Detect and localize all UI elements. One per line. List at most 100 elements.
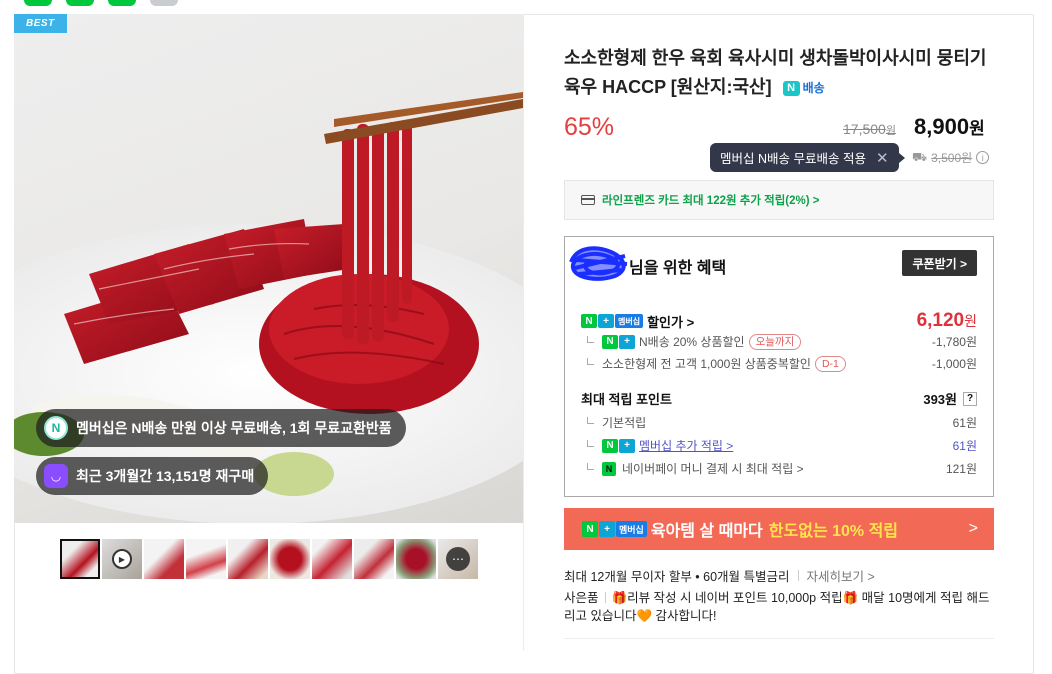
action-dot[interactable] bbox=[108, 0, 136, 6]
thumbnail[interactable] bbox=[144, 539, 184, 579]
help-icon[interactable]: ? bbox=[963, 391, 977, 406]
point-value: 61원 bbox=[952, 416, 977, 430]
action-dot[interactable] bbox=[24, 0, 52, 6]
top-action-dots bbox=[24, 0, 178, 6]
play-icon: ▶ bbox=[112, 549, 132, 569]
discount-tag: 오늘까지 bbox=[748, 333, 802, 350]
repurchase-overlay-badge: ◡ 최근 3개월간 13,151명 재구매 bbox=[36, 457, 269, 495]
discount-label: 소소한형제 전 고객 1,000원 상품중복할인 bbox=[602, 357, 811, 371]
member-price: 6,120원 bbox=[917, 310, 977, 332]
n-delivery-badge[interactable]: N 배송 bbox=[782, 74, 825, 103]
original-price: 17,500원 bbox=[843, 121, 896, 138]
thumbnail-strip: ▶ ⋯ bbox=[60, 539, 478, 579]
gift-label: 사은품 bbox=[564, 591, 599, 605]
product-main-image[interactable]: BEST N 멤버십은 N배송 만원 이상 무료배송, 1회 무료교환반품 ◡ … bbox=[14, 14, 523, 523]
separator bbox=[604, 592, 606, 603]
membership-tag: 멤버십 bbox=[616, 521, 647, 537]
repurchase-overlay-text: 최근 3개월간 13,151명 재구매 bbox=[76, 468, 255, 484]
best-badge: BEST bbox=[14, 14, 67, 33]
thumbnail[interactable] bbox=[354, 539, 394, 579]
shopping-bag-icon: ◡ bbox=[44, 464, 68, 488]
info-icon[interactable]: i bbox=[976, 151, 990, 164]
n-delivery-icon: N bbox=[782, 81, 800, 96]
truck-icon: ⛟ bbox=[912, 149, 928, 164]
gift-info: 사은품 🎁리뷰 작성 시 네이버 포인트 10,000p 적립🎁 매달 10명에게… bbox=[564, 589, 994, 625]
action-dot[interactable] bbox=[66, 0, 94, 6]
membership-promo-banner[interactable]: N + 멤버십 육아템 살 때마다 한도없는 10% 적립 > bbox=[564, 508, 994, 550]
credit-card-icon bbox=[581, 195, 595, 205]
naverpay-icon: N bbox=[602, 461, 616, 476]
discount-value: -1,780원 bbox=[931, 335, 977, 349]
shipping-tooltip: 멤버십 N배송 무료배송 적용 ✕ bbox=[710, 143, 905, 172]
member-price-unit: 원 bbox=[964, 313, 977, 329]
point-label: 기본적립 bbox=[602, 416, 647, 430]
benefit-title: 님을 위한 혜택 bbox=[629, 260, 727, 277]
point-value: 121원 bbox=[945, 462, 977, 476]
banner-highlight: 한도없는 10% 적립 bbox=[768, 523, 899, 540]
benefit-box: 님을 위한 혜택 쿠폰받기 > N + 멤버십 할인가 > 6,120원 N + N배… bbox=[564, 236, 994, 497]
installment-info: 최대 12개월 무이자 할부 • 60개월 특별금리 자세히보기 > bbox=[564, 566, 875, 585]
installment-more-link[interactable]: 자세히보기 > bbox=[807, 566, 875, 585]
membership-overlay-badge: N 멤버십은 N배송 만원 이상 무료배송, 1회 무료교환반품 bbox=[36, 409, 406, 447]
discount-row: 소소한형제 전 고객 1,000원 상품중복할인 D-1 -1,000원 bbox=[581, 355, 977, 372]
gift-text: 🎁리뷰 작성 시 네이버 포인트 10,000p 적립🎁 매달 10명에게 적립… bbox=[564, 591, 990, 623]
point-row: 기본적립 61원 bbox=[581, 414, 977, 431]
sale-price: 8,900원 bbox=[914, 114, 985, 140]
thumbnail[interactable] bbox=[270, 539, 310, 579]
chevron-right-icon: > bbox=[968, 520, 978, 537]
sale-price-value: 8,900 bbox=[914, 114, 970, 139]
membership-tag: 멤버십 bbox=[615, 314, 644, 328]
get-coupon-button[interactable]: 쿠폰받기 > bbox=[902, 250, 977, 276]
separator bbox=[797, 570, 799, 581]
thumbnail-video[interactable]: ▶ bbox=[102, 539, 142, 579]
n-plus-membership-icon: N + 멤버십 bbox=[582, 521, 647, 537]
thumbnail[interactable] bbox=[312, 539, 352, 579]
thumbnail-more[interactable]: ⋯ bbox=[438, 539, 478, 579]
n-plus-icon: N + bbox=[602, 334, 635, 349]
points-value: 393원 bbox=[923, 392, 957, 407]
sale-price-unit: 원 bbox=[969, 119, 985, 138]
more-icon: ⋯ bbox=[446, 547, 470, 571]
member-price-value: 6,120 bbox=[916, 310, 965, 331]
thumbnail[interactable] bbox=[186, 539, 226, 579]
discount-row: N + N배송 20% 상품할인 오늘까지 -1,780원 bbox=[581, 333, 977, 350]
column-divider bbox=[523, 14, 524, 651]
discount-value: -1,000원 bbox=[931, 357, 977, 371]
installment-text: 최대 12개월 무이자 할부 • 60개월 특별금리 bbox=[564, 570, 790, 584]
original-price-value: 17,500 bbox=[843, 121, 886, 137]
product-title: 소소한형제 한우 육회 육사시미 생차돌박이사시미 뭉티기 육우 HACCP [… bbox=[564, 44, 994, 103]
banner-text: 육아템 살 때마다 bbox=[650, 523, 763, 540]
n-plus-icon: N + bbox=[602, 438, 635, 453]
member-price-row[interactable]: N + 멤버십 할인가 > 6,120원 bbox=[581, 310, 977, 332]
membership-points-link[interactable]: 멤버십 추가 적립 > bbox=[639, 437, 733, 454]
point-row[interactable]: N + 멤버십 추가 적립 > 61원 bbox=[581, 437, 977, 454]
points-label: 최대 적립 포인트 bbox=[581, 392, 672, 407]
thumbnail[interactable] bbox=[60, 539, 100, 579]
discount-label: N배송 20% 상품할인 bbox=[639, 335, 745, 349]
point-value: 61원 bbox=[952, 439, 977, 453]
shipping-tooltip-text: 멤버십 N배송 무료배송 적용 bbox=[720, 152, 866, 166]
close-icon[interactable]: ✕ bbox=[876, 149, 889, 167]
n-delivery-label: 배송 bbox=[802, 81, 825, 95]
tree-elbow bbox=[587, 440, 594, 447]
section-divider bbox=[564, 638, 994, 639]
action-dot[interactable] bbox=[150, 0, 178, 6]
tree-elbow bbox=[587, 417, 594, 424]
card-benefit-text: 라인프렌즈 카드 최대 122원 추가 적립(2%) > bbox=[602, 195, 820, 207]
redacted-username-scribble bbox=[569, 246, 628, 281]
n-plus-membership-icon: N + 멤버십 bbox=[581, 314, 644, 328]
tree-elbow bbox=[587, 463, 594, 470]
point-row[interactable]: N 네이버페이 머니 결제 시 최대 적립 > 121원 bbox=[581, 460, 977, 477]
tree-elbow bbox=[587, 358, 594, 365]
thumbnail[interactable] bbox=[396, 539, 436, 579]
naverpay-points-link[interactable]: 네이버페이 머니 결제 시 최대 적립 > bbox=[622, 460, 804, 477]
card-benefit-link[interactable]: 라인프렌즈 카드 최대 122원 추가 적립(2%) > bbox=[564, 180, 994, 220]
thumbnail[interactable] bbox=[228, 539, 268, 579]
member-price-label: 할인가 > bbox=[647, 314, 695, 330]
n-delivery-icon: N bbox=[44, 416, 68, 440]
membership-overlay-text: 멤버십은 N배송 만원 이상 무료배송, 1회 무료교환반품 bbox=[76, 420, 392, 436]
shipping-fee: ⛟ 3,500원 i bbox=[912, 149, 990, 166]
discount-tag: D-1 bbox=[814, 355, 846, 372]
shipping-fee-value: 3,500원 bbox=[931, 151, 973, 165]
discount-rate: 65% bbox=[564, 113, 615, 141]
